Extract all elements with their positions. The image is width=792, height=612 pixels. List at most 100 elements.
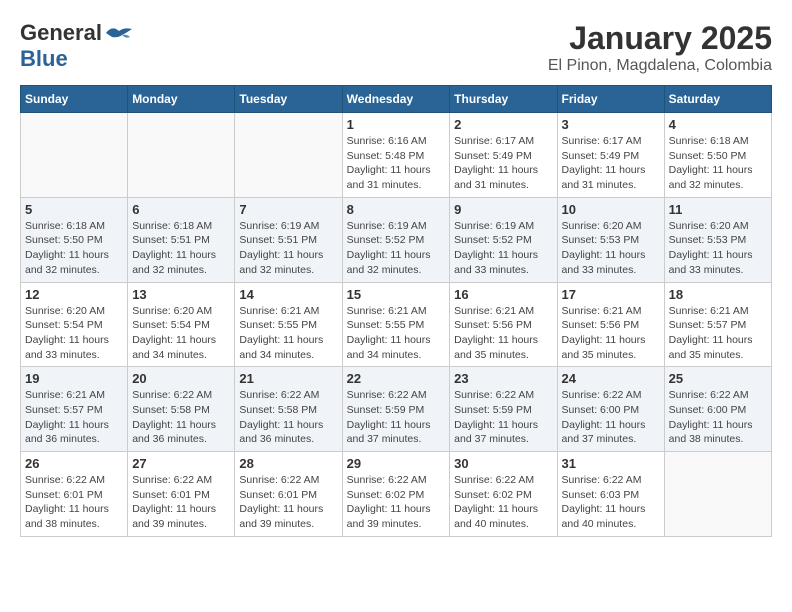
- day-number: 1: [347, 117, 446, 132]
- calendar-cell: 18 Sunrise: 6:21 AM Sunset: 5:57 PM Dayli…: [664, 282, 771, 367]
- day-number: 10: [562, 202, 660, 217]
- calendar-header-row: SundayMondayTuesdayWednesdayThursdayFrid…: [21, 86, 772, 113]
- day-number: 18: [669, 287, 767, 302]
- day-info: Sunrise: 6:21 AM Sunset: 5:56 PM Dayligh…: [562, 304, 660, 363]
- calendar-cell: 12 Sunrise: 6:20 AM Sunset: 5:54 PM Dayli…: [21, 282, 128, 367]
- calendar-cell: [21, 113, 128, 198]
- month-title: January 2025: [548, 20, 772, 57]
- calendar-header-thursday: Thursday: [450, 86, 557, 113]
- day-number: 12: [25, 287, 123, 302]
- calendar-week-row: 5 Sunrise: 6:18 AM Sunset: 5:50 PM Daylig…: [21, 197, 772, 282]
- day-number: 19: [25, 371, 123, 386]
- calendar-cell: 1Sunrise: 6:16 AM Sunset: 5:48 PM Daylig…: [342, 113, 450, 198]
- calendar-week-row: 12 Sunrise: 6:20 AM Sunset: 5:54 PM Dayli…: [21, 282, 772, 367]
- calendar-header-sunday: Sunday: [21, 86, 128, 113]
- day-number: 29: [347, 456, 446, 471]
- calendar-cell: 24 Sunrise: 6:22 AM Sunset: 6:00 PM Dayli…: [557, 367, 664, 452]
- day-number: 20: [132, 371, 230, 386]
- day-info: Sunrise: 6:20 AM Sunset: 5:53 PM Dayligh…: [669, 219, 767, 278]
- day-info: Sunrise: 6:22 AM Sunset: 6:00 PM Dayligh…: [562, 388, 660, 447]
- day-number: 28: [239, 456, 337, 471]
- day-number: 9: [454, 202, 552, 217]
- calendar-cell: 16 Sunrise: 6:21 AM Sunset: 5:56 PM Dayli…: [450, 282, 557, 367]
- logo-general-text: General: [20, 20, 102, 46]
- calendar-cell: 20 Sunrise: 6:22 AM Sunset: 5:58 PM Dayli…: [128, 367, 235, 452]
- day-number: 5: [25, 202, 123, 217]
- calendar-cell: 9 Sunrise: 6:19 AM Sunset: 5:52 PM Daylig…: [450, 197, 557, 282]
- day-info: Sunrise: 6:22 AM Sunset: 6:01 PM Dayligh…: [239, 473, 337, 532]
- calendar-cell: 30 Sunrise: 6:22 AM Sunset: 6:02 PM Dayli…: [450, 452, 557, 537]
- calendar-cell: 6 Sunrise: 6:18 AM Sunset: 5:51 PM Daylig…: [128, 197, 235, 282]
- day-number: 23: [454, 371, 552, 386]
- day-info: Sunrise: 6:20 AM Sunset: 5:53 PM Dayligh…: [562, 219, 660, 278]
- calendar-cell: [664, 452, 771, 537]
- day-info: Sunrise: 6:22 AM Sunset: 5:58 PM Dayligh…: [132, 388, 230, 447]
- day-info: Sunrise: 6:22 AM Sunset: 5:59 PM Dayligh…: [454, 388, 552, 447]
- day-number: 7: [239, 202, 337, 217]
- day-info: Sunrise: 6:21 AM Sunset: 5:55 PM Dayligh…: [347, 304, 446, 363]
- day-info: Sunrise: 6:21 AM Sunset: 5:57 PM Dayligh…: [669, 304, 767, 363]
- calendar-table: SundayMondayTuesdayWednesdayThursdayFrid…: [20, 85, 772, 537]
- day-number: 24: [562, 371, 660, 386]
- calendar-cell: 15 Sunrise: 6:21 AM Sunset: 5:55 PM Dayli…: [342, 282, 450, 367]
- day-number: 21: [239, 371, 337, 386]
- day-info: Sunrise: 6:22 AM Sunset: 6:02 PM Dayligh…: [454, 473, 552, 532]
- calendar-week-row: 19Sunrise: 6:21 AM Sunset: 5:57 PM Dayli…: [21, 367, 772, 452]
- calendar-cell: 27Sunrise: 6:22 AM Sunset: 6:01 PM Dayli…: [128, 452, 235, 537]
- day-info: Sunrise: 6:20 AM Sunset: 5:54 PM Dayligh…: [25, 304, 123, 363]
- day-info: Sunrise: 6:22 AM Sunset: 6:00 PM Dayligh…: [669, 388, 767, 447]
- day-info: Sunrise: 6:20 AM Sunset: 5:54 PM Dayligh…: [132, 304, 230, 363]
- calendar-cell: 26Sunrise: 6:22 AM Sunset: 6:01 PM Dayli…: [21, 452, 128, 537]
- day-info: Sunrise: 6:17 AM Sunset: 5:49 PM Dayligh…: [454, 134, 552, 193]
- day-number: 25: [669, 371, 767, 386]
- day-number: 6: [132, 202, 230, 217]
- day-info: Sunrise: 6:22 AM Sunset: 5:58 PM Dayligh…: [239, 388, 337, 447]
- day-info: Sunrise: 6:18 AM Sunset: 5:50 PM Dayligh…: [25, 219, 123, 278]
- day-info: Sunrise: 6:19 AM Sunset: 5:52 PM Dayligh…: [454, 219, 552, 278]
- calendar-cell: 5 Sunrise: 6:18 AM Sunset: 5:50 PM Daylig…: [21, 197, 128, 282]
- day-info: Sunrise: 6:21 AM Sunset: 5:56 PM Dayligh…: [454, 304, 552, 363]
- day-info: Sunrise: 6:19 AM Sunset: 5:52 PM Dayligh…: [347, 219, 446, 278]
- day-number: 26: [25, 456, 123, 471]
- calendar-cell: 4Sunrise: 6:18 AM Sunset: 5:50 PM Daylig…: [664, 113, 771, 198]
- day-info: Sunrise: 6:21 AM Sunset: 5:55 PM Dayligh…: [239, 304, 337, 363]
- day-number: 16: [454, 287, 552, 302]
- calendar-cell: 7 Sunrise: 6:19 AM Sunset: 5:51 PM Daylig…: [235, 197, 342, 282]
- day-number: 4: [669, 117, 767, 132]
- day-info: Sunrise: 6:19 AM Sunset: 5:51 PM Dayligh…: [239, 219, 337, 278]
- calendar-header-monday: Monday: [128, 86, 235, 113]
- calendar-header-saturday: Saturday: [664, 86, 771, 113]
- day-number: 11: [669, 202, 767, 217]
- calendar-header-tuesday: Tuesday: [235, 86, 342, 113]
- logo-bird-icon: [104, 23, 134, 43]
- calendar-cell: 11 Sunrise: 6:20 AM Sunset: 5:53 PM Dayli…: [664, 197, 771, 282]
- day-number: 17: [562, 287, 660, 302]
- day-number: 8: [347, 202, 446, 217]
- logo: General Blue: [20, 20, 134, 72]
- day-number: 2: [454, 117, 552, 132]
- day-number: 31: [562, 456, 660, 471]
- calendar-cell: 17 Sunrise: 6:21 AM Sunset: 5:56 PM Dayli…: [557, 282, 664, 367]
- logo-blue-text: Blue: [20, 46, 68, 72]
- day-info: Sunrise: 6:17 AM Sunset: 5:49 PM Dayligh…: [562, 134, 660, 193]
- day-number: 27: [132, 456, 230, 471]
- title-block: January 2025 El Pinon, Magdalena, Colomb…: [548, 20, 772, 75]
- calendar-cell: 3 Sunrise: 6:17 AM Sunset: 5:49 PM Daylig…: [557, 113, 664, 198]
- calendar-cell: 2 Sunrise: 6:17 AM Sunset: 5:49 PM Daylig…: [450, 113, 557, 198]
- calendar-cell: 13 Sunrise: 6:20 AM Sunset: 5:54 PM Dayli…: [128, 282, 235, 367]
- day-number: 3: [562, 117, 660, 132]
- calendar-cell: 29Sunrise: 6:22 AM Sunset: 6:02 PM Dayli…: [342, 452, 450, 537]
- day-number: 15: [347, 287, 446, 302]
- calendar-cell: 8 Sunrise: 6:19 AM Sunset: 5:52 PM Daylig…: [342, 197, 450, 282]
- day-info: Sunrise: 6:22 AM Sunset: 5:59 PM Dayligh…: [347, 388, 446, 447]
- day-number: 14: [239, 287, 337, 302]
- day-number: 13: [132, 287, 230, 302]
- calendar-week-row: 26 Sunrise: 6:22 AM Sunset: 6:01 PM Dayli…: [21, 452, 772, 537]
- calendar-cell: 31Sunrise: 6:22 AM Sunset: 6:03 PM Dayli…: [557, 452, 664, 537]
- day-number: 22: [347, 371, 446, 386]
- day-number: 30: [454, 456, 552, 471]
- calendar-cell: [128, 113, 235, 198]
- day-info: Sunrise: 6:18 AM Sunset: 5:51 PM Dayligh…: [132, 219, 230, 278]
- calendar-header-friday: Friday: [557, 86, 664, 113]
- calendar-week-row: 1Sunrise: 6:16 AM Sunset: 5:48 PM Daylig…: [21, 113, 772, 198]
